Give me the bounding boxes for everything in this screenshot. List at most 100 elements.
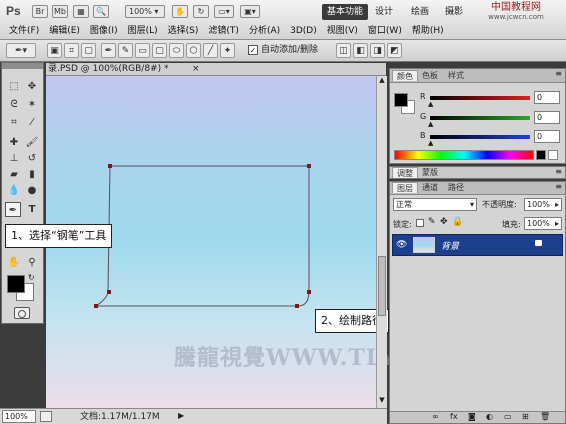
tab-masks[interactable]: 蒙版: [418, 167, 442, 178]
dodge-icon[interactable]: ●: [24, 183, 40, 198]
channel-g-thumb[interactable]: ▲: [428, 120, 433, 128]
close-tab-icon[interactable]: ×: [192, 63, 200, 76]
panel-menu-icon[interactable]: ≡: [555, 69, 562, 78]
toolbox-grip[interactable]: [2, 63, 43, 69]
layer-row[interactable]: 👁 背景: [392, 234, 563, 256]
line-icon[interactable]: ╱: [203, 43, 218, 58]
tab-adjustments[interactable]: 调整: [392, 167, 418, 178]
paths-mode-icon[interactable]: ⌗: [64, 43, 79, 58]
document-tab[interactable]: 录.PSD @ 100%(RGB/8#) * ×: [46, 63, 386, 76]
polygon-icon[interactable]: ⬡: [186, 43, 201, 58]
tab-paths[interactable]: 路径: [444, 182, 468, 193]
lasso-icon[interactable]: ᘓ: [6, 97, 22, 112]
channel-g-slider[interactable]: [430, 116, 530, 120]
status-menu-icon[interactable]: ▶: [178, 411, 184, 420]
minibridge-icon[interactable]: Mb: [52, 5, 68, 18]
lock-position-icon[interactable]: ✥: [440, 217, 448, 227]
zoom-field[interactable]: 100%: [2, 410, 36, 423]
channel-r-value[interactable]: 0: [534, 91, 560, 104]
menu-help[interactable]: 帮助(H): [407, 24, 449, 38]
path-combine-icon[interactable]: ◫: [336, 43, 351, 58]
tab-channels[interactable]: 通道: [418, 182, 442, 193]
zoom-select[interactable]: 100% ▾: [125, 5, 165, 18]
spectrum-black[interactable]: [536, 150, 546, 160]
bridge-icon[interactable]: Br: [32, 5, 48, 18]
tool-preset-picker[interactable]: ✒▾: [6, 43, 36, 58]
path-exclude-icon[interactable]: ◩: [387, 43, 402, 58]
healing-brush-icon[interactable]: ✚: [6, 135, 22, 150]
fg-color-chip[interactable]: [394, 93, 408, 107]
eyedropper-icon[interactable]: ⁄: [24, 115, 40, 130]
screen-mode-icon[interactable]: ▣▾: [240, 5, 260, 18]
add-mask-icon[interactable]: ◙: [468, 412, 476, 421]
hand-tool-icon[interactable]: ✋: [6, 255, 22, 270]
delete-layer-icon[interactable]: 🗑: [540, 412, 550, 421]
history-brush-icon[interactable]: ↺: [24, 151, 40, 166]
fill-pixels-icon[interactable]: ▢: [81, 43, 96, 58]
workspace-photography[interactable]: 摄影: [442, 4, 466, 20]
lock-transparency-icon[interactable]: [416, 219, 424, 227]
pen-tool-active-icon[interactable]: ✒: [5, 202, 21, 217]
scroll-up-icon[interactable]: ▲: [378, 76, 386, 86]
eraser-icon[interactable]: ▰: [6, 167, 22, 182]
marquee-icon[interactable]: ⬚: [6, 79, 22, 94]
channel-g-value[interactable]: 0: [534, 111, 560, 124]
menu-select[interactable]: 选择(S): [163, 24, 204, 38]
lock-all-icon[interactable]: 🔒: [452, 217, 463, 227]
custom-shape-icon[interactable]: ✦: [220, 43, 235, 58]
pen-tool-icon[interactable]: ✒: [101, 43, 116, 58]
menu-file[interactable]: 文件(F): [4, 24, 44, 38]
brush-icon[interactable]: 🖌: [24, 135, 40, 150]
tab-color[interactable]: 颜色: [392, 70, 418, 81]
menu-filter[interactable]: 滤镜(T): [203, 24, 244, 38]
zoom-tool-icon[interactable]: ⚲: [24, 255, 40, 270]
guides-icon[interactable]: ▦: [73, 5, 89, 18]
auto-add-delete-checkbox[interactable]: ✓: [248, 45, 258, 55]
layer-visibility-icon[interactable]: 👁: [396, 239, 407, 251]
spectrum-white[interactable]: [548, 150, 558, 160]
blur-icon[interactable]: 💧: [6, 183, 22, 198]
channel-r-thumb[interactable]: ▲: [428, 100, 433, 108]
rounded-rectangle-icon[interactable]: ▢: [152, 43, 167, 58]
path-subtract-icon[interactable]: ◧: [353, 43, 368, 58]
menu-edit[interactable]: 编辑(E): [44, 24, 85, 38]
arrange-icon[interactable]: ▭▾: [214, 5, 234, 18]
move-icon[interactable]: ✥: [24, 79, 40, 94]
scroll-thumb[interactable]: [378, 256, 386, 316]
fill-field[interactable]: 100% ▸: [524, 217, 562, 230]
vertical-scrollbar[interactable]: ▲ ▼: [376, 76, 387, 408]
rotate-icon[interactable]: ↻: [193, 5, 209, 18]
tab-swatches[interactable]: 色板: [418, 70, 442, 81]
channel-b-slider[interactable]: [430, 135, 530, 139]
channel-b-thumb[interactable]: ▲: [428, 139, 433, 147]
adjustment-layer-icon[interactable]: ◐: [486, 412, 493, 421]
foreground-color-top[interactable]: [7, 275, 25, 293]
zoom-icon[interactable]: 🔍: [93, 5, 109, 18]
channel-r-slider[interactable]: [430, 96, 530, 100]
channel-b-value[interactable]: 0: [534, 130, 560, 143]
new-group-icon[interactable]: ▭: [504, 412, 512, 421]
layers-menu-icon[interactable]: ≡: [555, 182, 562, 191]
quick-mask-icon[interactable]: [14, 307, 30, 319]
menu-analysis[interactable]: 分析(A): [244, 24, 285, 38]
scroll-down-icon[interactable]: ▼: [378, 396, 386, 406]
status-preview-icon[interactable]: [40, 411, 52, 422]
freeform-pen-icon[interactable]: ✎: [118, 43, 133, 58]
blend-mode-select[interactable]: 正常 ▾: [393, 198, 477, 211]
menu-3d[interactable]: 3D(D): [285, 24, 322, 38]
tab-layers[interactable]: 图层: [392, 182, 418, 193]
opacity-field[interactable]: 100% ▸: [524, 198, 562, 211]
workspace-design[interactable]: 设计: [372, 4, 396, 20]
tab-styles[interactable]: 样式: [444, 70, 468, 81]
workspace-painting[interactable]: 绘画: [408, 4, 432, 20]
type-icon[interactable]: T: [24, 202, 40, 217]
adjust-menu-icon[interactable]: ≡: [555, 167, 562, 176]
menu-window[interactable]: 窗口(W): [363, 24, 407, 38]
fx-icon[interactable]: fx: [450, 412, 458, 421]
link-layers-icon[interactable]: ∞: [432, 412, 439, 421]
rectangle-icon[interactable]: ▭: [135, 43, 150, 58]
shape-layers-icon[interactable]: ▣: [47, 43, 62, 58]
crop-icon[interactable]: ⌗: [6, 115, 22, 130]
menu-view[interactable]: 视图(V): [322, 24, 363, 38]
ellipse-icon[interactable]: ⬭: [169, 43, 184, 58]
